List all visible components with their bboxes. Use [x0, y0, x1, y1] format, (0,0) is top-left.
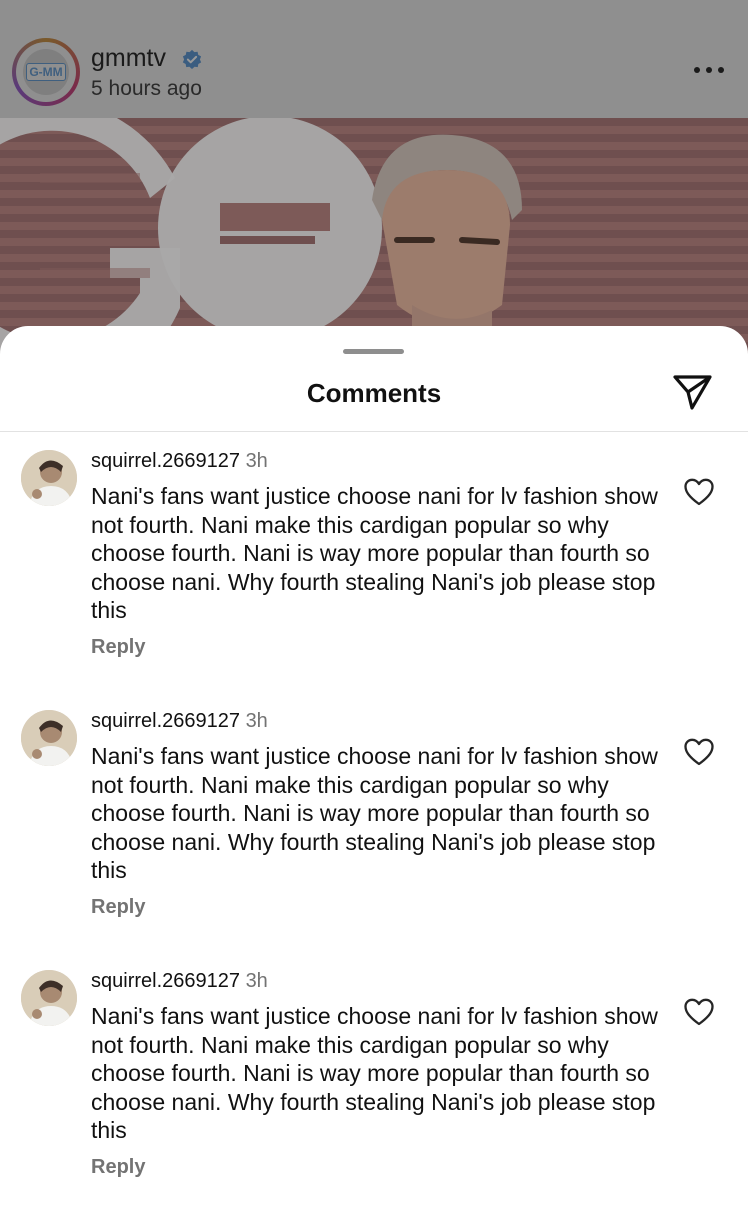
drag-handle[interactable]: [343, 349, 404, 354]
more-icon[interactable]: [694, 64, 724, 76]
comment-username-text[interactable]: squirrel.2669127: [91, 450, 240, 472]
comment-username[interactable]: squirrel.2669127 3h: [91, 450, 268, 473]
verified-badge-icon: [182, 49, 202, 69]
post-image: [0, 118, 748, 360]
post-background: G-MM gmmtv 5 hours ago: [0, 0, 748, 360]
commenter-avatar[interactable]: [21, 710, 77, 766]
comment-username[interactable]: squirrel.2669127 3h: [91, 970, 268, 993]
sheet-title: Comments: [306, 378, 442, 408]
avatar-logo-text: G-MM: [26, 63, 66, 81]
comment-text: Nani's fans want justice choose nani for…: [91, 483, 658, 623]
reply-button[interactable]: Reply: [91, 636, 145, 659]
comment-username[interactable]: squirrel.2669127 3h: [91, 710, 268, 733]
comments-sheet: Comments squirrel.2669127 3h Nani's fans…: [0, 326, 748, 1200]
account-avatar[interactable]: G-MM: [12, 38, 80, 106]
comment-item: squirrel.2669127 3h Nani's fans want jus…: [0, 970, 748, 1210]
comment-item: squirrel.2669127 3h Nani's fans want jus…: [0, 450, 748, 690]
comment-time: 3h: [245, 450, 268, 472]
header-divider: [0, 431, 748, 432]
heart-icon[interactable]: [684, 478, 714, 506]
heart-icon[interactable]: [684, 738, 714, 766]
comment-username-text[interactable]: squirrel.2669127: [91, 970, 240, 992]
heart-icon[interactable]: [684, 998, 714, 1026]
send-icon[interactable]: [670, 372, 714, 412]
reply-button[interactable]: Reply: [91, 896, 145, 919]
comment-time: 3h: [245, 970, 268, 992]
commenter-avatar[interactable]: [21, 970, 77, 1026]
comment-time: 3h: [245, 710, 268, 732]
post-time: 5 hours ago: [91, 77, 202, 100]
comment-text: Nani's fans want justice choose nani for…: [91, 1003, 658, 1143]
post-header: G-MM gmmtv 5 hours ago: [0, 0, 748, 118]
commenter-avatar[interactable]: [21, 450, 77, 506]
reply-button[interactable]: Reply: [91, 1156, 145, 1179]
comment-item: squirrel.2669127 3h Nani's fans want jus…: [0, 710, 748, 950]
comment-username-text[interactable]: squirrel.2669127: [91, 710, 240, 732]
comment-text: Nani's fans want justice choose nani for…: [91, 743, 658, 883]
account-name[interactable]: gmmtv: [91, 44, 166, 73]
